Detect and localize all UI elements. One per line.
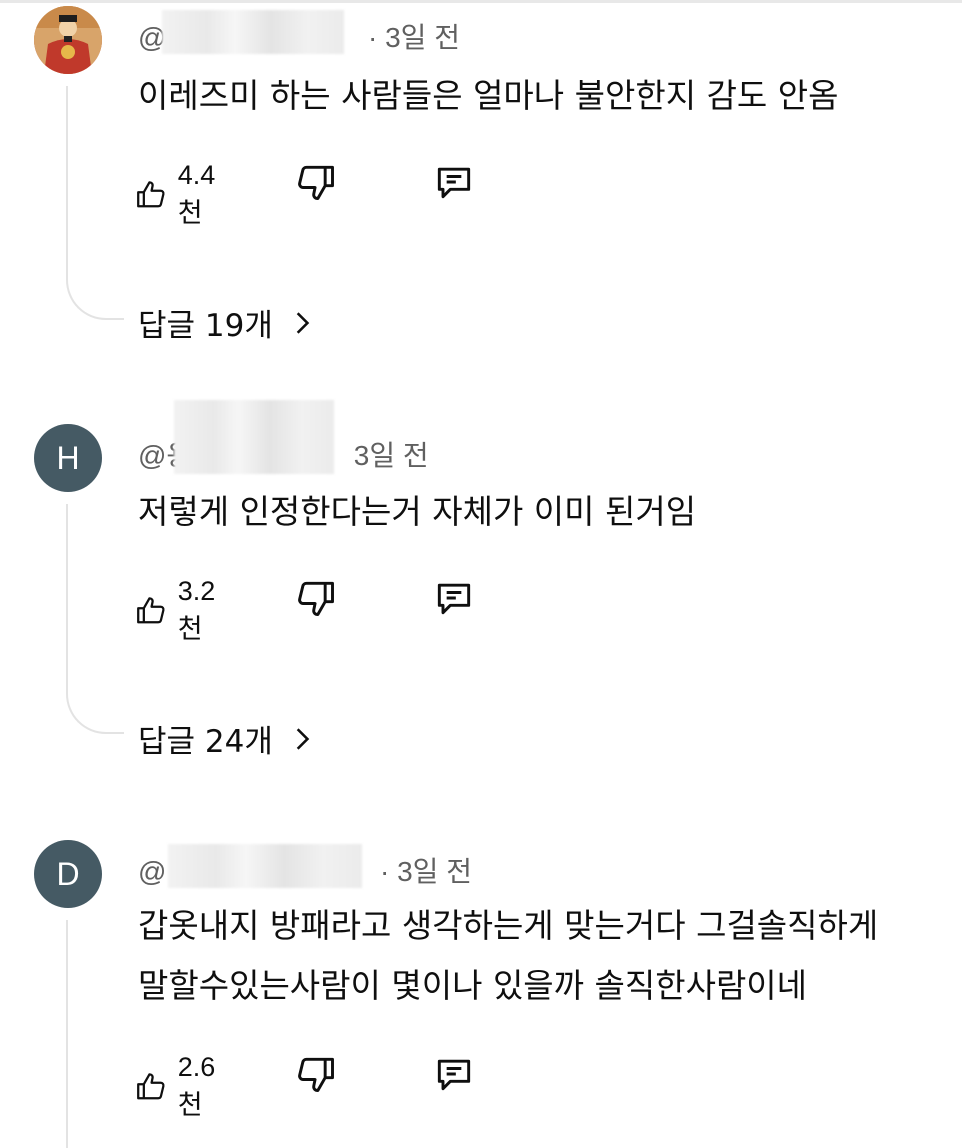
like-count: 4.4천 [177, 160, 216, 228]
reply-button[interactable] [432, 160, 476, 204]
comment-icon [437, 167, 471, 199]
author-name-redacted [168, 844, 362, 888]
author-name-redacted [174, 400, 334, 474]
comment-item: @ · 3일 전 이레즈미 하는 사람들은 얼마나 불안한지 감도 안옴 4.4… [0, 0, 962, 360]
comment-item: H @용 3일 전 저렇게 인정한다는거 자체가 이미 된거임 3.2천 답글 … [0, 400, 962, 770]
avatar[interactable]: D [34, 840, 102, 908]
comment-text: 이레즈미 하는 사람들은 얼마나 불안한지 감도 안옴 [138, 76, 839, 115]
avatar-letter: H [56, 439, 80, 476]
king-portrait-avatar-image [34, 6, 102, 74]
like-button[interactable]: 3.2천 [134, 576, 226, 646]
avatar[interactable] [34, 6, 102, 74]
thread-line [66, 920, 68, 1148]
comment-text: 갑옷내지 방패라고 생각하는게 맞는거다 그걸솔직하게 말할수있는사람이 몇이나… [138, 906, 879, 1005]
dislike-button[interactable] [294, 576, 338, 620]
thumbs-up-icon [137, 181, 165, 208]
view-replies-button[interactable]: 답글 24개 [138, 716, 315, 761]
comment-icon [437, 583, 471, 615]
comment-icon [437, 1059, 471, 1091]
like-count: 2.6천 [177, 1052, 216, 1120]
author-handle[interactable]: @ [138, 856, 166, 887]
thread-curve [66, 676, 124, 734]
replies-count-label: 답글 19개 [138, 308, 273, 344]
dislike-button[interactable] [294, 160, 338, 204]
thumbs-down-icon [298, 1057, 334, 1092]
reply-button[interactable] [432, 576, 476, 620]
thread-line [66, 504, 68, 680]
comment-time[interactable]: · 3일 전 [380, 856, 472, 887]
comment-meta: @용 3일 전 [138, 400, 429, 474]
comment-item: D @ · 3일 전 갑옷내지 방패라고 생각하는게 맞는거다 그걸솔직하게 말… [0, 820, 962, 1148]
thread-curve [66, 262, 124, 320]
comment-time[interactable]: 3일 전 [354, 440, 429, 471]
thumbs-up-icon [137, 1073, 165, 1100]
replies-count-label: 답글 24개 [138, 724, 273, 760]
comment-time[interactable]: · 3일 전 [368, 22, 460, 53]
thread-line [66, 86, 68, 266]
comment-text: 저렇게 인정한다는거 자체가 이미 된거임 [138, 492, 697, 531]
author-name-redacted [162, 10, 344, 54]
like-button[interactable]: 4.4천 [134, 160, 226, 230]
thumbs-up-icon [137, 597, 165, 624]
like-count: 3.2천 [177, 576, 216, 644]
thumbs-down-icon [298, 165, 334, 200]
like-button[interactable]: 2.6천 [134, 1052, 226, 1122]
chevron-right-icon [296, 727, 310, 750]
avatar-letter: D [56, 855, 80, 892]
avatar[interactable]: H [34, 424, 102, 492]
comment-meta: @ · 3일 전 [138, 844, 472, 890]
view-replies-button[interactable]: 답글 19개 [138, 300, 315, 345]
reply-button[interactable] [432, 1052, 476, 1096]
comment-meta: @ · 3일 전 [138, 10, 460, 56]
chevron-right-icon [296, 311, 310, 334]
thumbs-down-icon [298, 581, 334, 616]
dislike-button[interactable] [294, 1052, 338, 1096]
